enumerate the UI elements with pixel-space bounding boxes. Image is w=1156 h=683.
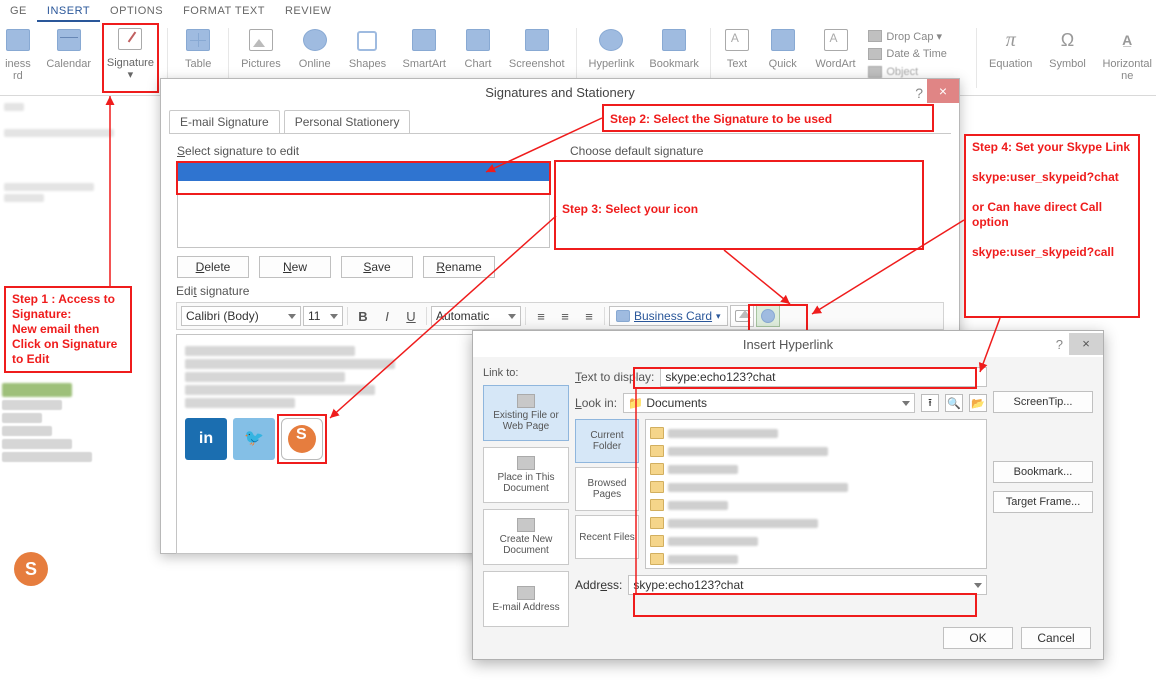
step1-annotation: Step 1 : Access to Signature:New email t…	[4, 286, 132, 373]
help-icon[interactable]: ?	[915, 79, 923, 107]
twitter-icon[interactable]: 🐦	[233, 418, 275, 460]
rb-calendar[interactable]: Calendar	[44, 26, 94, 92]
cancel-button[interactable]: Cancel	[1021, 627, 1091, 649]
rb-equation[interactable]: π Equation	[985, 26, 1037, 92]
ok-button[interactable]: OK	[943, 627, 1013, 649]
tab-personal-stationery[interactable]: Personal Stationery	[284, 110, 411, 133]
rename-button[interactable]: Rename	[423, 256, 495, 278]
ribbon-tabs: GE INSERT OPTIONS FORMAT TEXT REVIEW	[0, 0, 1156, 22]
tab-review[interactable]: REVIEW	[275, 0, 341, 22]
delete-button[interactable]: Delete	[177, 256, 249, 278]
sig-dialog-title: Signatures and Stationery ? ×	[161, 79, 959, 107]
signature-list-item[interactable]	[178, 163, 549, 181]
tab-email-signature[interactable]: E-mail Signature	[169, 110, 280, 133]
hyperlink-icon[interactable]	[756, 305, 780, 327]
underline-button[interactable]: U	[400, 305, 422, 327]
rb-business-card[interactable]: inessrd	[0, 26, 36, 92]
step3-annotation: Step 3: Select your icon	[554, 160, 924, 250]
text-to-display-label: Text to display:	[575, 370, 654, 384]
insert-hyperlink-dialog: Insert Hyperlink ? × Link to: Existing F…	[472, 330, 1104, 660]
align-center-icon[interactable]: ≡	[554, 305, 576, 327]
nav-browsed-pages[interactable]: Browsed Pages	[575, 467, 639, 511]
linkto-createnew[interactable]: Create New Document	[483, 509, 569, 565]
look-in-label: Look in:	[575, 396, 617, 410]
up-folder-icon[interactable]: ⭱	[921, 394, 939, 412]
address-label: Address:	[575, 578, 622, 592]
rb-dropcap[interactable]: Drop Cap ▾	[868, 28, 967, 44]
bookmark-button[interactable]: Bookmark...	[993, 461, 1093, 483]
step2-annotation: Step 2: Select the Signature to be used	[602, 104, 934, 132]
tab-ge[interactable]: GE	[0, 0, 37, 22]
look-in-combo[interactable]: 📁 Documents	[623, 393, 915, 413]
close-icon[interactable]: ×	[1069, 333, 1103, 355]
linkto-place[interactable]: Place in This Document	[483, 447, 569, 503]
save-button[interactable]: Save	[341, 256, 413, 278]
italic-button[interactable]: I	[376, 305, 398, 327]
select-signature-label: Select signature to edit	[177, 144, 550, 158]
text-to-display-input[interactable]: skype:echo123?chat	[660, 367, 987, 387]
align-left-icon[interactable]: ≡	[530, 305, 552, 327]
linkedin-icon[interactable]: in	[185, 418, 227, 460]
left-text-placeholder	[2, 380, 82, 465]
address-input[interactable]: skype:echo123?chat	[628, 575, 987, 595]
screentip-button[interactable]: ScreenTip...	[993, 391, 1093, 413]
tab-format-text[interactable]: FORMAT TEXT	[173, 0, 275, 22]
linkto-existing[interactable]: Existing File or Web Page	[483, 385, 569, 441]
rb-signature[interactable]: Signature▾	[102, 23, 160, 93]
edit-signature-label: Edit signature	[176, 284, 944, 298]
document-placeholder	[0, 100, 140, 205]
step4-annotation: Step 4: Set your Skype Linkskype:user_sk…	[964, 134, 1140, 318]
bold-button[interactable]: B	[352, 305, 374, 327]
new-button[interactable]: New	[259, 256, 331, 278]
help-icon[interactable]: ?	[1056, 337, 1063, 352]
linkto-email[interactable]: E-mail Address	[483, 571, 569, 627]
align-right-icon[interactable]: ≡	[578, 305, 600, 327]
font-combo[interactable]: Calibri (Body)	[181, 306, 301, 326]
file-list[interactable]	[645, 419, 987, 569]
nav-recent-files[interactable]: Recent Files	[575, 515, 639, 559]
rb-horizontal[interactable]: A̲ Horizontalne	[1098, 26, 1156, 92]
skype-icon[interactable]	[281, 418, 323, 460]
browse-web-icon[interactable]: 🔍	[945, 394, 963, 412]
skype-icon-large: S	[14, 552, 48, 586]
close-icon[interactable]: ×	[927, 79, 959, 103]
nav-current-folder[interactable]: Current Folder	[575, 419, 639, 463]
signature-list[interactable]	[177, 162, 550, 248]
target-frame-button[interactable]: Target Frame...	[993, 491, 1093, 513]
picture-icon[interactable]	[730, 305, 754, 327]
tab-options[interactable]: OPTIONS	[100, 0, 173, 22]
browse-file-icon[interactable]: 📂	[969, 394, 987, 412]
color-combo[interactable]: Automatic	[431, 306, 521, 326]
tab-insert[interactable]: INSERT	[37, 0, 100, 22]
hl-title: Insert Hyperlink ? ×	[473, 331, 1103, 357]
size-combo[interactable]: 11	[303, 306, 343, 326]
rb-symbol[interactable]: Ω Symbol	[1045, 26, 1091, 92]
business-card-button[interactable]: Business Card▾	[609, 306, 728, 326]
rb-datetime[interactable]: Date & Time	[868, 46, 967, 62]
choose-default-label: Choose default signature	[570, 144, 943, 158]
edit-toolbar: Calibri (Body) 11 B I U Automatic ≡ ≡ ≡ …	[176, 302, 944, 330]
link-to-label: Link to:	[483, 367, 569, 379]
